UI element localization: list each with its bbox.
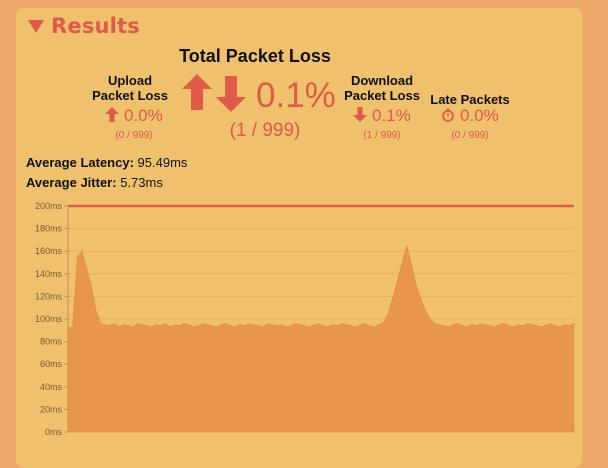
y-tick-label: 120ms xyxy=(35,291,63,301)
y-tick-label: 60ms xyxy=(40,359,63,369)
y-tick-label: 0ms xyxy=(45,427,63,437)
y-tick-label: 160ms xyxy=(35,246,63,256)
y-tick-label: 100ms xyxy=(35,314,63,324)
y-tick-label: 200ms xyxy=(35,201,63,211)
y-tick-label: 40ms xyxy=(40,382,63,392)
y-tick-label: 140ms xyxy=(35,269,63,279)
y-tick-label: 20ms xyxy=(40,404,63,414)
y-tick-label: 180ms xyxy=(35,224,63,234)
y-tick-label: 80ms xyxy=(40,337,63,347)
latency-chart: 0ms 20ms 40ms 60ms 80ms 100ms 120ms 140ms 160ms 1… xyxy=(35,201,575,437)
